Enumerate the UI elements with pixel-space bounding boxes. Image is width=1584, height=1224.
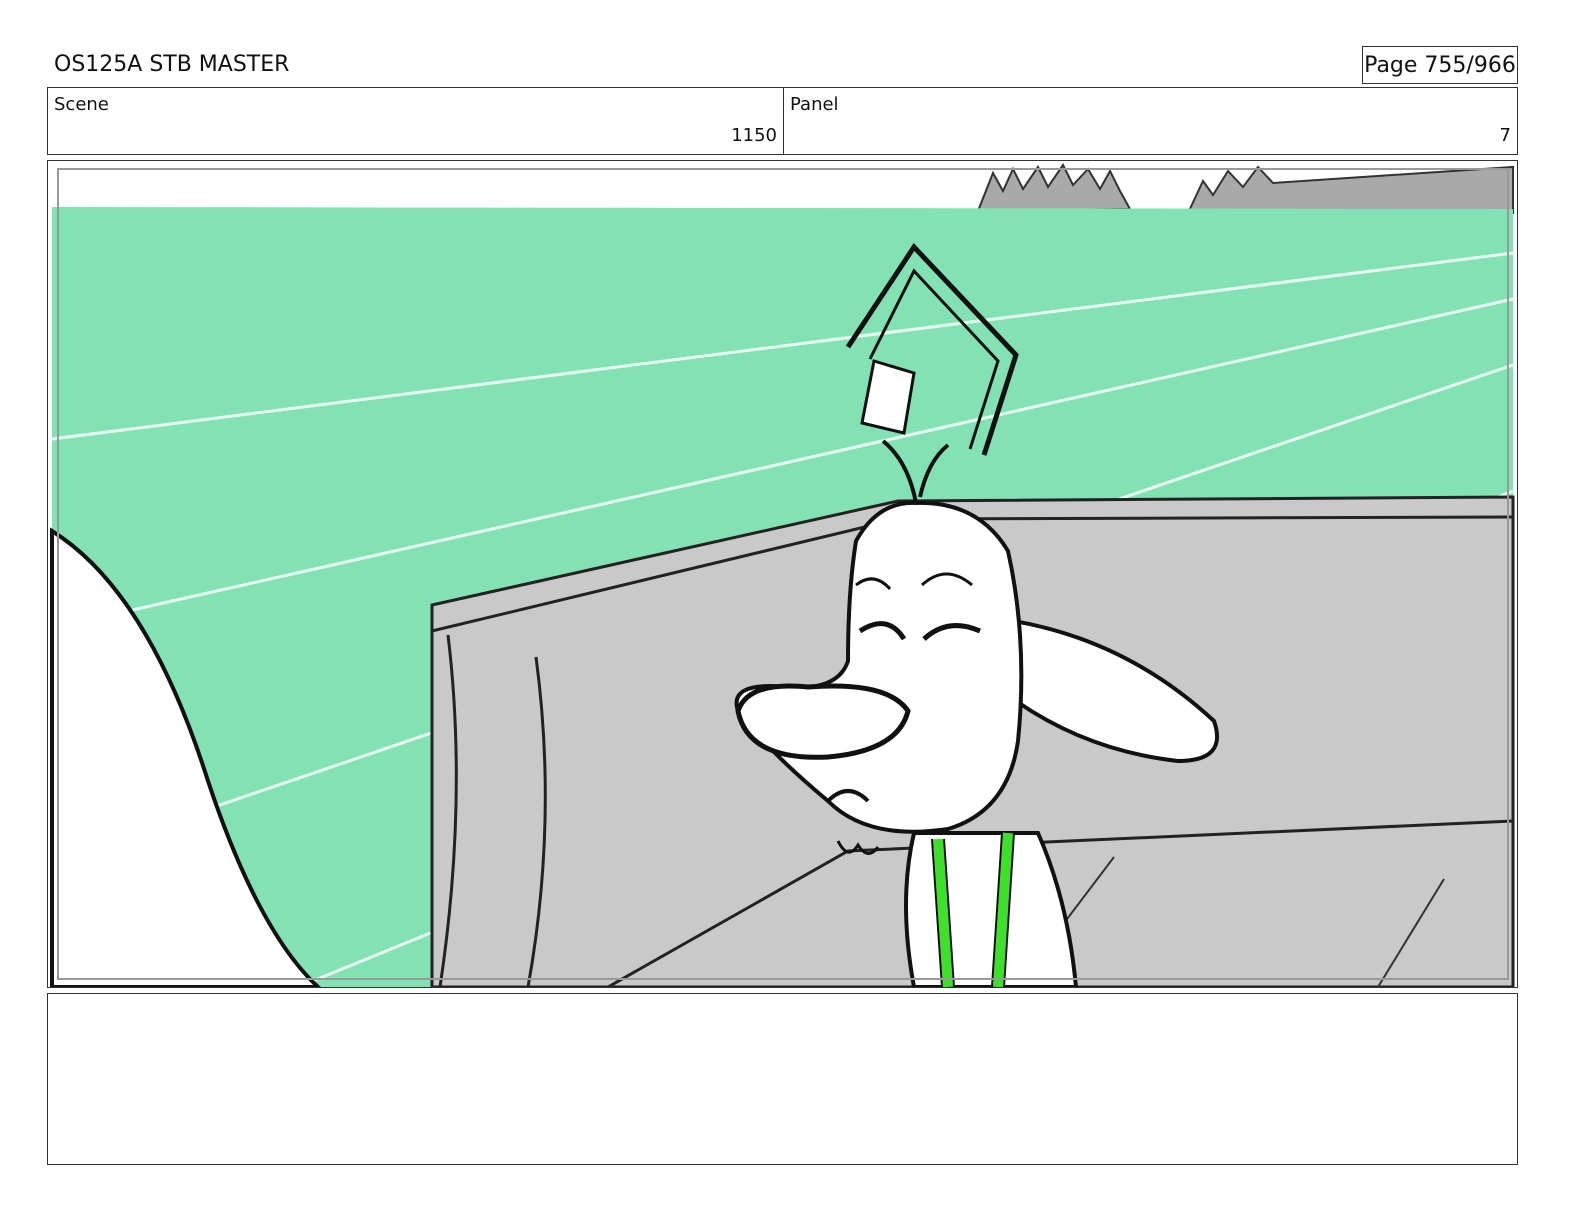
panel-cell: Panel 7 [784,88,1517,154]
storyboard-panel-frame [47,160,1518,988]
scene-label: Scene [54,94,109,115]
notes-box [47,993,1518,1165]
document-title: OS125A STB MASTER [54,52,290,77]
panel-number: 7 [1499,125,1511,146]
scene-number: 1150 [731,125,777,146]
page-number: Page 755/966 [1362,46,1518,84]
storyboard-drawing [48,161,1517,987]
scene-panel-header: Scene 1150 Panel 7 [47,87,1518,155]
scene-cell: Scene 1150 [48,88,784,154]
panel-label: Panel [790,94,839,115]
